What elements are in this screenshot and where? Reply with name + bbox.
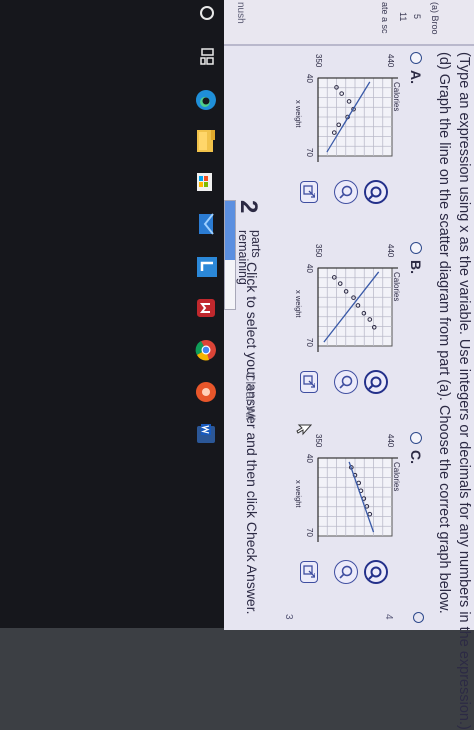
clear-all-button[interactable]: Clear All: [243, 372, 258, 420]
taskbar: [0, 0, 224, 628]
strip-text: ate a sc: [380, 2, 390, 34]
option-c-graph[interactable]: Calories 440 35040 70 x weight: [292, 432, 404, 552]
progress-fill: [225, 201, 235, 261]
zoom-in-icon: [368, 376, 382, 390]
option-c-radio[interactable]: [410, 432, 422, 444]
external-link-icon: [303, 565, 315, 578]
option-c[interactable]: C. Calories 440 350 40 70 x weight: [272, 432, 424, 602]
option-b-label: B.: [408, 260, 424, 274]
y-tick-bottom: 350: [314, 244, 323, 258]
open-graph-button[interactable]: [300, 181, 318, 203]
question-instruction-line: (Type an expression using x as the varia…: [456, 52, 472, 730]
x-axis-label: x weight: [294, 100, 303, 128]
zoom-out-icon: [339, 565, 353, 579]
y-tick-top: 440: [386, 244, 395, 258]
question-part-d: (d) Graph the line on the scatter diagra…: [436, 52, 452, 614]
zoom-in-icon: [368, 186, 382, 200]
parts-remaining-count: 2: [235, 200, 262, 214]
chrome-icon[interactable]: [194, 338, 218, 362]
x-tick-left: 40: [305, 264, 314, 273]
y-tick-top: 440: [386, 54, 395, 68]
footer-text: nush: [235, 2, 246, 24]
answer-instruction: Click to select your answer and then cli…: [244, 262, 260, 615]
x-tick-left: 40: [305, 74, 314, 83]
y-tick-top: 440: [386, 434, 395, 448]
zoom-in-button[interactable]: [364, 560, 388, 584]
option-b-radio[interactable]: [410, 242, 422, 254]
option-a-label: A.: [408, 70, 424, 84]
y-axis-label: Calories: [392, 82, 401, 111]
mail-icon[interactable]: [194, 212, 218, 236]
zoom-in-button[interactable]: [364, 180, 388, 204]
option-a-radio[interactable]: [410, 52, 422, 64]
cutoff-text: 4: [383, 614, 394, 620]
task-view-icon[interactable]: [196, 46, 218, 68]
x-tick-right: 70: [305, 338, 314, 347]
zoom-out-button[interactable]: [334, 560, 358, 584]
x-axis-label: x weight: [294, 480, 303, 508]
zoom-out-icon: [339, 185, 353, 199]
y-axis-label: Calories: [392, 272, 401, 301]
mouse-cursor-icon: [296, 424, 312, 436]
external-link-icon: [303, 185, 315, 198]
y-axis-label: Calories: [392, 462, 401, 491]
progress-bar: [224, 200, 236, 310]
y-tick-bottom: 350: [314, 434, 323, 448]
option-b[interactable]: B. Calories 440 350 40 70 x weight: [272, 242, 424, 412]
open-graph-button[interactable]: [300, 561, 318, 583]
search-icon[interactable]: [196, 2, 218, 24]
store-icon[interactable]: [194, 170, 218, 194]
open-graph-button[interactable]: [300, 371, 318, 393]
security-icon[interactable]: [194, 296, 218, 320]
option-a-graph[interactable]: Calories 440 35040 70 x weight: [292, 52, 404, 172]
y-tick-bottom: 350: [314, 54, 323, 68]
file-explorer-icon[interactable]: [194, 128, 218, 154]
app-icon[interactable]: [194, 380, 218, 404]
x-tick-right: 70: [305, 148, 314, 157]
previous-question-strip: (a) Broo 5 11 ate a sc: [224, 0, 474, 45]
launcher-l-icon[interactable]: [196, 256, 218, 278]
cutoff-text: 3: [283, 614, 294, 620]
strip-text: (a) Broo: [430, 2, 440, 35]
external-link-icon: [303, 375, 315, 388]
cutoff-radio: [413, 612, 424, 623]
option-a[interactable]: A. Calories 440 350 40 70 x weight: [272, 52, 424, 222]
option-c-label: C.: [408, 450, 424, 464]
x-tick-right: 70: [305, 528, 314, 537]
zoom-out-button[interactable]: [334, 370, 358, 394]
option-b-graph[interactable]: Calories 440 35040 70 x weight: [292, 242, 404, 362]
zoom-out-button[interactable]: [334, 180, 358, 204]
edge-icon[interactable]: [194, 88, 218, 112]
zoom-out-icon: [339, 375, 353, 389]
x-tick-left: 40: [305, 454, 314, 463]
rotated-screen: (a) Broo 5 11 ate a sc (Type an expressi…: [0, 0, 474, 730]
question-panel: (Type an expression using x as the varia…: [224, 44, 474, 730]
word-icon[interactable]: [194, 422, 218, 446]
zoom-in-icon: [368, 566, 382, 580]
zoom-in-button[interactable]: [364, 370, 388, 394]
x-axis-label: x weight: [294, 290, 303, 318]
